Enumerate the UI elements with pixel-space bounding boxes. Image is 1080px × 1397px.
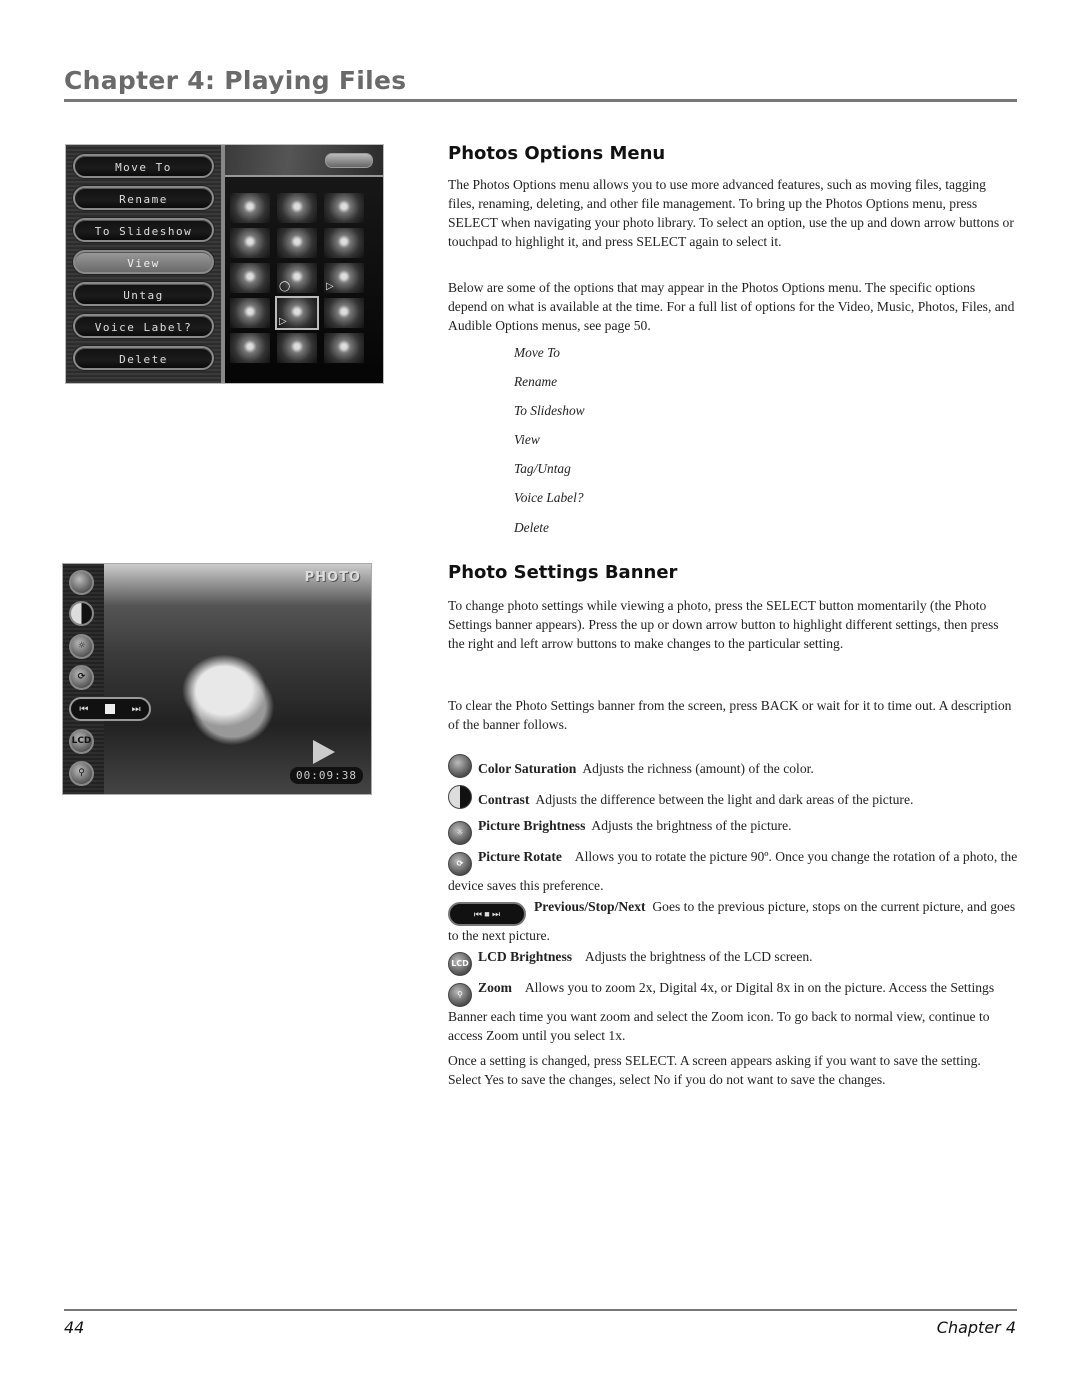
photo-thumbnail	[230, 228, 270, 258]
photo-thumbnail	[230, 298, 270, 328]
option-item: Move To	[514, 345, 560, 360]
photo-thumbnail: ◯	[277, 263, 317, 293]
options-list: Move To Rename To Slideshow View Tag/Unt…	[514, 343, 585, 547]
color-saturation-icon	[69, 570, 94, 595]
photo-grid-panel: ◯ ▷ ▷	[225, 145, 383, 383]
footer-chapter-label: Chapter 4	[936, 1318, 1016, 1337]
setting-desc: Allows you to zoom 2x, Digital 4x, or Di…	[448, 980, 995, 1043]
setting-name: LCD Brightness	[478, 949, 573, 964]
play-icon: ▷	[279, 316, 287, 327]
stop-icon	[104, 704, 115, 714]
photo-thumbnail	[230, 263, 270, 293]
setting-name: Picture Brightness	[478, 818, 586, 833]
setting-picture-brightness: ☼ Picture Brightness Adjusts the brightne…	[448, 816, 1018, 845]
photo-thumbnail	[277, 193, 317, 223]
options-menu-description: Below are some of the options that may a…	[448, 280, 1015, 333]
footer-rule	[64, 1309, 1017, 1311]
previous-stop-next-icon: ⏮ ■ ⏭	[448, 902, 526, 926]
lcd-brightness-icon: LCD	[69, 729, 94, 754]
photo-label: PHOTO	[304, 570, 361, 585]
setting-desc: Adjusts the brightness of the picture.	[591, 818, 792, 833]
chapter-title: Chapter 4: Playing Files	[64, 66, 407, 95]
photo-thumbnail-selected: ▷	[275, 296, 319, 330]
settings-banner-closing: Once a setting is changed, press SELECT.…	[448, 1053, 981, 1087]
option-item: Tag/Untag	[514, 461, 571, 477]
title-rule	[64, 99, 1017, 102]
option-item: Rename	[514, 374, 558, 390]
setting-name: Zoom	[478, 980, 512, 995]
menu-button-rename: Rename	[73, 186, 214, 210]
setting-name: Picture Rotate	[478, 849, 562, 864]
setting-picture-rotate: ⟳ Picture Rotate Allows you to rotate the…	[448, 847, 1018, 895]
option-item: Voice Label?	[514, 490, 584, 506]
menu-button-move-to: Move To	[73, 154, 214, 178]
menu-button-voice-label: Voice Label?	[73, 314, 214, 338]
rotate-icon: ⟳	[448, 852, 472, 876]
photo-thumbnail	[324, 228, 364, 258]
status-bar	[225, 145, 383, 177]
photo-thumbnail	[230, 193, 270, 223]
setting-previous-stop-next: ⏮ ■ ⏭ Previous/Stop/Next Goes to the prev…	[448, 897, 1018, 945]
voice-label-icon: ◯	[279, 281, 291, 292]
photo-thumbnail	[324, 193, 364, 223]
setting-lcd-brightness: LCD LCD Brightness Adjusts the brightness…	[448, 947, 1018, 976]
timecode: 00:09:38	[290, 767, 363, 784]
setting-zoom: ⚲ Zoom Allows you to zoom 2x, Digital 4x,…	[448, 978, 1018, 1045]
contrast-icon	[69, 601, 94, 626]
next-arrow-icon	[313, 740, 335, 764]
setting-desc: Adjusts the richness (amount) of the col…	[582, 761, 814, 776]
menu-button-delete: Delete	[73, 346, 214, 370]
rotate-icon: ⟳	[69, 665, 94, 690]
photo-settings-screenshot: PHOTO ☼ ⟳ LCD ⚲ ⏮ ⏭ 00:09:38	[62, 563, 372, 795]
color-saturation-icon	[448, 754, 472, 778]
options-menu-panel: Move To Rename To Slideshow View Untag V…	[66, 145, 221, 383]
zoom-icon: ⚲	[448, 983, 472, 1007]
menu-button-untag: Untag	[73, 282, 214, 306]
setting-color-saturation: Color Saturation Adjusts the richness (a…	[448, 754, 1018, 778]
setting-desc: Adjusts the difference between the light…	[535, 792, 914, 807]
section-heading-settings-banner: Photo Settings Banner	[448, 562, 678, 583]
option-item: Delete	[514, 519, 549, 535]
options-menu-intro: The Photos Options menu allows you to us…	[448, 177, 1014, 249]
setting-name: Contrast	[478, 792, 530, 807]
section-heading-options-menu: Photos Options Menu	[448, 143, 666, 164]
previous-icon: ⏮	[79, 703, 89, 715]
option-item: View	[514, 432, 540, 448]
setting-desc: Adjusts the brightness of the LCD screen…	[584, 949, 813, 964]
settings-banner-intro: To change photo settings while viewing a…	[448, 598, 999, 651]
photo-thumbnail	[230, 333, 270, 363]
setting-contrast: Contrast Adjusts the difference between …	[448, 785, 1018, 809]
photo-thumbnail	[324, 333, 364, 363]
play-icon: ▷	[326, 281, 334, 292]
brightness-icon: ☼	[448, 821, 472, 845]
brightness-icon: ☼	[69, 634, 94, 659]
photo-thumbnail	[277, 333, 317, 363]
setting-name: Previous/Stop/Next	[534, 899, 646, 914]
battery-icon	[325, 153, 373, 168]
menu-button-to-slideshow: To Slideshow	[73, 218, 214, 242]
contrast-icon	[448, 785, 472, 809]
setting-name: Color Saturation	[478, 761, 577, 776]
options-menu-screenshot: Move To Rename To Slideshow View Untag V…	[65, 144, 384, 384]
photo-thumbnail	[277, 228, 317, 258]
previous-stop-next-control: ⏮ ⏭	[69, 697, 151, 721]
photo-thumbnail: ▷	[324, 263, 364, 293]
lcd-brightness-icon: LCD	[448, 952, 472, 976]
next-icon: ⏭	[131, 703, 141, 715]
settings-banner-bar: ☼ ⟳ LCD ⚲	[63, 564, 104, 794]
zoom-icon: ⚲	[69, 761, 94, 786]
photo-thumbnail	[324, 298, 364, 328]
menu-button-view: View	[73, 250, 214, 274]
page-number: 44	[64, 1318, 85, 1337]
settings-banner-clear: To clear the Photo Settings banner from …	[448, 698, 1012, 732]
option-item: To Slideshow	[514, 403, 585, 419]
